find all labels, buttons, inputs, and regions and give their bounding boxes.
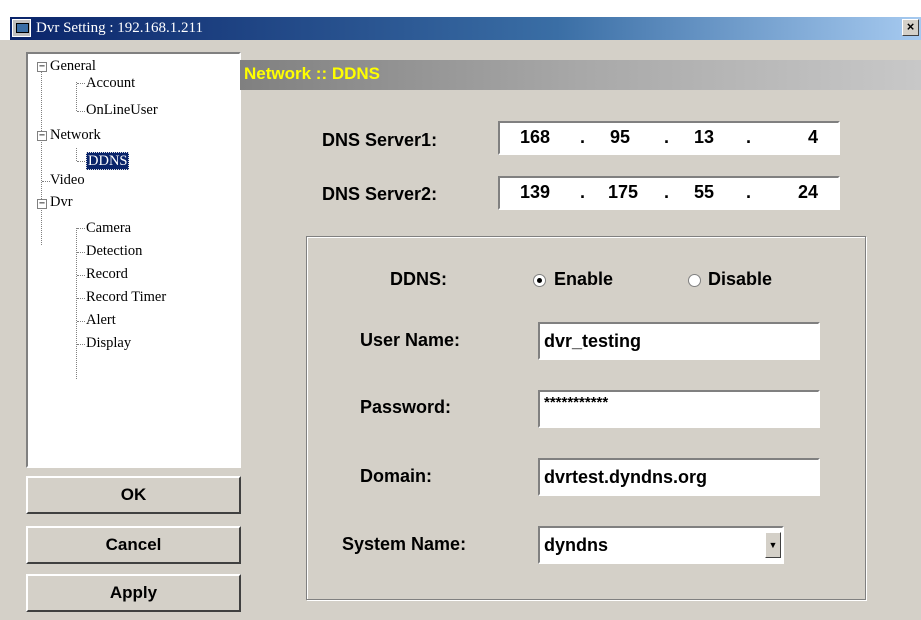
tree-item-record[interactable]: Record (86, 266, 128, 283)
tree-line (77, 111, 85, 112)
tree-line (77, 344, 85, 345)
settings-tree[interactable]: − General Account OnLineUser − Network D… (26, 52, 241, 468)
ip-separator: . (746, 127, 752, 147)
password-input[interactable]: *********** (538, 390, 820, 428)
dns-server2-input[interactable]: 139 . 175 . 55 . 24 (498, 176, 840, 210)
ip-separator: . (580, 182, 586, 202)
ddns-enable-label[interactable]: Enable (554, 269, 613, 290)
system-name-select[interactable]: dyndns ▼ (538, 526, 784, 564)
tree-line (76, 148, 77, 161)
dns-server1-octet-4: 4 (807, 127, 818, 147)
username-input[interactable]: dvr_testing (538, 322, 820, 360)
titlebar-bar[interactable]: Dvr Setting : 192.168.1.211 × (10, 17, 921, 40)
tree-line (76, 82, 77, 111)
dns-server2-octet-1: 139 (519, 182, 550, 202)
dns-server1-label: DNS Server1: (322, 130, 438, 150)
tree-line (76, 228, 77, 379)
tree-item-video[interactable]: Video (50, 172, 85, 189)
dns-server1-octet-2: 95 (609, 127, 630, 147)
dns-server2-octet-2: 175 (607, 182, 638, 202)
window-title: Dvr Setting : 192.168.1.211 (36, 20, 203, 36)
tree-line (77, 298, 85, 299)
tree-line (77, 275, 85, 276)
tree-item-dvr[interactable]: Dvr (50, 194, 73, 211)
domain-label: Domain: (360, 466, 432, 486)
dns-server1-input[interactable]: 168 . 95 . 13 . 4 (498, 121, 840, 155)
ip-separator: . (746, 182, 752, 202)
tree-item-network[interactable]: Network (50, 127, 101, 144)
tree-item-onlineuser[interactable]: OnLineUser (86, 102, 158, 119)
tree-item-record-timer[interactable]: Record Timer (86, 289, 166, 306)
system-name-label: System Name: (342, 534, 467, 554)
tree-item-general[interactable]: General (50, 58, 96, 75)
dns-server2-octet-4: 24 (797, 182, 818, 202)
dns-server1-octet-3: 13 (693, 127, 714, 147)
collapse-general-icon[interactable]: − (37, 62, 47, 72)
ddns-disable-label[interactable]: Disable (708, 269, 772, 290)
dns-server2-octet-3: 55 (693, 182, 714, 202)
tree-item-camera[interactable]: Camera (86, 220, 131, 237)
app-icon (12, 19, 31, 37)
tree-item-ddns-label: DDNS (86, 152, 130, 170)
tree-line (77, 161, 85, 162)
dns-server2-label: DNS Server2: (322, 184, 438, 204)
password-label: Password: (360, 397, 452, 417)
dns-server1-octet-1: 168 (519, 127, 550, 147)
section-header: Network :: DDNS (240, 60, 921, 90)
tree-line (77, 228, 85, 229)
tree-line (77, 321, 85, 322)
domain-input[interactable]: dvrtest.dyndns.org (538, 458, 820, 496)
window-titlebar[interactable]: Dvr Setting : 192.168.1.211 × (0, 0, 921, 40)
ddns-disable-radio[interactable] (688, 274, 701, 287)
collapse-dvr-icon[interactable]: − (37, 199, 47, 209)
tree-line (77, 252, 85, 253)
username-label: User Name: (360, 330, 461, 350)
cancel-button[interactable]: Cancel (26, 526, 241, 564)
collapse-network-icon[interactable]: − (37, 131, 47, 141)
page-title: Network :: DDNS (244, 64, 381, 83)
tree-item-detection[interactable]: Detection (86, 243, 142, 260)
apply-button[interactable]: Apply (26, 574, 241, 612)
dialog-client: − General Account OnLineUser − Network D… (10, 40, 921, 620)
tree-item-account[interactable]: Account (86, 75, 135, 92)
chevron-down-icon[interactable]: ▼ (765, 532, 781, 558)
tree-item-display[interactable]: Display (86, 335, 131, 352)
ddns-enable-radio[interactable] (533, 274, 546, 287)
tree-item-alert[interactable]: Alert (86, 312, 116, 329)
ddns-label: DDNS: (390, 269, 447, 289)
close-button[interactable]: × (902, 19, 919, 36)
ok-button[interactable]: OK (26, 476, 241, 514)
tree-line (77, 83, 85, 84)
system-name-value: dyndns (544, 535, 609, 555)
tree-line (42, 181, 50, 182)
tree-item-ddns[interactable]: DDNS (86, 152, 130, 170)
tree-line (41, 69, 42, 245)
